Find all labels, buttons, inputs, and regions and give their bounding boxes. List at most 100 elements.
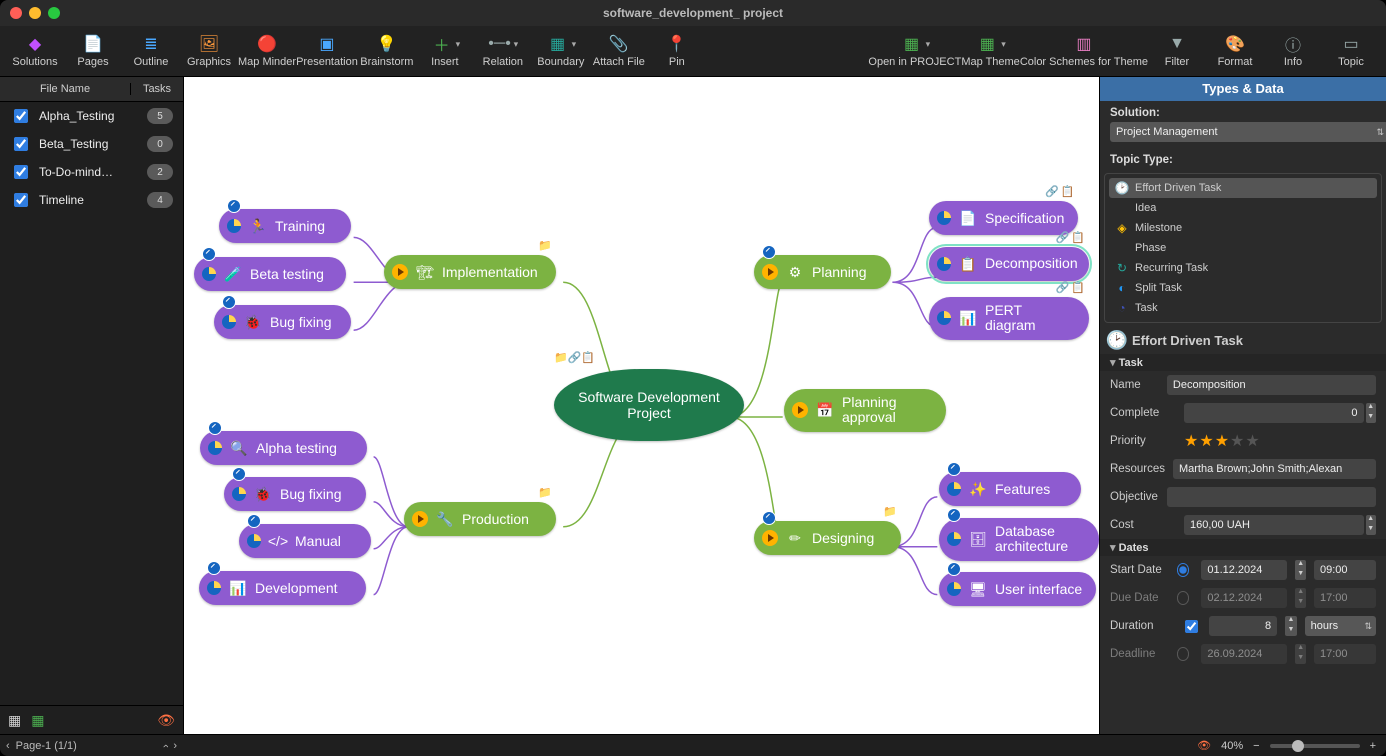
column-tasks[interactable]: Tasks	[130, 83, 183, 95]
star-icon[interactable]: ★	[1230, 431, 1244, 451]
maximize-icon[interactable]	[48, 7, 60, 19]
field-deadline-radio[interactable]	[1177, 647, 1190, 661]
star-icon[interactable]: ★	[1245, 431, 1259, 451]
star-icon[interactable]: ★	[1215, 431, 1229, 451]
toolbar-outline[interactable]: ≣Outline	[122, 26, 180, 76]
eye-icon[interactable]: 👁	[157, 712, 175, 729]
node-center[interactable]: 📁🔗📋Software Development Project	[554, 369, 744, 441]
file-checkbox[interactable]	[14, 193, 28, 207]
toolbar-brainstorm[interactable]: 💡Brainstorm	[358, 26, 416, 76]
topic-type-item[interactable]: Phase	[1109, 238, 1377, 258]
group-task[interactable]: Task	[1100, 354, 1386, 371]
toolbar-pages[interactable]: 📄Pages	[64, 26, 122, 76]
topic-type-item[interactable]: ↻Recurring Task	[1109, 258, 1377, 278]
node-beta-testing[interactable]: 🧪Beta testing	[194, 257, 346, 291]
file-checkbox[interactable]	[14, 109, 28, 123]
node-features[interactable]: ✨Features	[939, 472, 1081, 506]
node-specification[interactable]: ✉🔗📋📄Specification	[929, 201, 1078, 235]
toolbar-map-theme[interactable]: ▦▾Map Theme	[961, 26, 1020, 76]
field-deadline-date[interactable]	[1201, 644, 1287, 664]
field-resources-input[interactable]	[1173, 459, 1376, 479]
file-row[interactable]: Beta_Testing0	[0, 130, 183, 158]
zoom-in-icon[interactable]: +	[1370, 740, 1376, 752]
node-production[interactable]: 📁🔧Production	[404, 502, 556, 536]
column-filename[interactable]: File Name	[0, 83, 130, 95]
star-icon[interactable]: ★	[1184, 431, 1198, 451]
topic-type-item[interactable]: ◈Milestone	[1109, 218, 1377, 238]
node-manual[interactable]: </>Manual	[239, 524, 371, 558]
field-start-radio[interactable]	[1177, 563, 1190, 577]
solution-select[interactable]: Project Management	[1110, 122, 1386, 142]
spinner-up-icon[interactable]: ▲	[1366, 403, 1376, 413]
toolbar-format[interactable]: 🎨Format	[1206, 26, 1264, 76]
spinner-down-icon[interactable]: ▼	[1366, 413, 1376, 423]
node-training[interactable]: 🏃Training	[219, 209, 351, 243]
node-user-interface[interactable]: 🖥User interface	[939, 572, 1096, 606]
file-row[interactable]: Timeline4	[0, 186, 183, 214]
topic-type-item[interactable]: ◔Task	[1109, 298, 1377, 318]
toolbar-filter[interactable]: ▼Filter	[1148, 26, 1206, 76]
toolbar-graphics[interactable]: 🖼Graphics	[180, 26, 238, 76]
star-icon[interactable]: ★	[1199, 431, 1213, 451]
toolbar-boundary[interactable]: ▦▾Boundary	[532, 26, 590, 76]
toolbar-info[interactable]: ⓘInfo	[1264, 26, 1322, 76]
toolbar-insert[interactable]: ＋▾Insert	[416, 26, 474, 76]
zoom-slider[interactable]	[1270, 744, 1360, 748]
field-duration-value[interactable]	[1209, 616, 1277, 636]
toolbar-presentation[interactable]: ▣Presentation	[296, 26, 358, 76]
node-implementation[interactable]: 📁🏗Implementation	[384, 255, 556, 289]
node-planning-approval[interactable]: M📅Planning approval	[784, 389, 946, 432]
zoom-out-icon[interactable]: −	[1253, 740, 1259, 752]
file-checkbox[interactable]	[14, 165, 28, 179]
topic-type-icon	[1115, 241, 1129, 255]
node-decomposition[interactable]: 🔗📋📋Decomposition	[929, 247, 1089, 281]
field-cost-input[interactable]	[1184, 515, 1364, 535]
node-bug-fixing[interactable]: 🐞Bug fixing	[224, 477, 366, 511]
node-bug-fixing[interactable]: 🐞Bug fixing	[214, 305, 351, 339]
field-duration-check[interactable]	[1185, 620, 1198, 633]
node-database-architecture[interactable]: 🗄Database architecture	[939, 518, 1099, 561]
node-pert-diagram[interactable]: 🔗📋📊PERT diagram	[929, 297, 1089, 340]
topic-type-item[interactable]: 🕑Effort Driven Task	[1109, 178, 1377, 198]
file-row[interactable]: To-Do-mind…2	[0, 158, 183, 186]
field-due-date[interactable]	[1201, 588, 1287, 608]
minimize-icon[interactable]	[29, 7, 41, 19]
panel-icon-2[interactable]: ▦	[31, 712, 44, 729]
field-objective-input[interactable]	[1167, 487, 1376, 507]
topic-type-item[interactable]: ◐Split Task	[1109, 278, 1377, 298]
pager-next-icon[interactable]: ›	[173, 740, 177, 752]
field-priority-stars[interactable]: ★★★★★	[1184, 431, 1376, 451]
toolbar-relation[interactable]: •─•▾Relation	[474, 26, 532, 76]
pager-prev-icon[interactable]: ‹	[6, 740, 10, 752]
spinner-down-icon[interactable]: ▼	[1366, 525, 1376, 535]
field-due-time[interactable]	[1314, 588, 1376, 608]
spinner-up-icon[interactable]: ▲	[1366, 515, 1376, 525]
toolbar-solutions[interactable]: ◆Solutions	[6, 26, 64, 76]
field-complete-input[interactable]	[1184, 403, 1364, 423]
toolbar-color-schemes-for-theme[interactable]: ▥Color Schemes for Theme	[1020, 26, 1148, 76]
node-alpha-testing[interactable]: 🔍Alpha testing	[200, 431, 367, 465]
eye-status-icon[interactable]: 👁	[1197, 739, 1211, 752]
toolbar-attach-file[interactable]: 📎Attach File	[590, 26, 648, 76]
node-development[interactable]: 📊Development	[199, 571, 366, 605]
toolbar-pin[interactable]: 📍Pin	[648, 26, 706, 76]
panel-icon-1[interactable]: ▦	[8, 712, 21, 729]
file-row[interactable]: Alpha_Testing5	[0, 102, 183, 130]
field-start-time[interactable]	[1314, 560, 1376, 580]
toolbar-open-in-project[interactable]: ▦▾Open in PROJECT	[868, 26, 961, 76]
node-planning[interactable]: ⚙Planning	[754, 255, 891, 289]
toolbar-topic[interactable]: ▭Topic	[1322, 26, 1380, 76]
topic-type-item[interactable]: Idea	[1109, 198, 1377, 218]
field-name-input[interactable]	[1167, 375, 1376, 395]
close-icon[interactable]	[10, 7, 22, 19]
field-deadline-time[interactable]	[1314, 644, 1376, 664]
pager-up-icon[interactable]: ›	[159, 744, 171, 748]
toolbar-map-minder[interactable]: 🔴Map Minder	[238, 26, 296, 76]
canvas[interactable]: 📁🔗📋Software Development Project 📁🏗Impleme…	[184, 77, 1099, 756]
field-start-date[interactable]	[1201, 560, 1287, 580]
field-duration-unit[interactable]: hours	[1305, 616, 1376, 636]
file-checkbox[interactable]	[14, 137, 28, 151]
group-dates[interactable]: Dates	[1100, 539, 1386, 556]
node-designing[interactable]: 📁✏Designing	[754, 521, 901, 555]
field-due-radio[interactable]	[1177, 591, 1190, 605]
